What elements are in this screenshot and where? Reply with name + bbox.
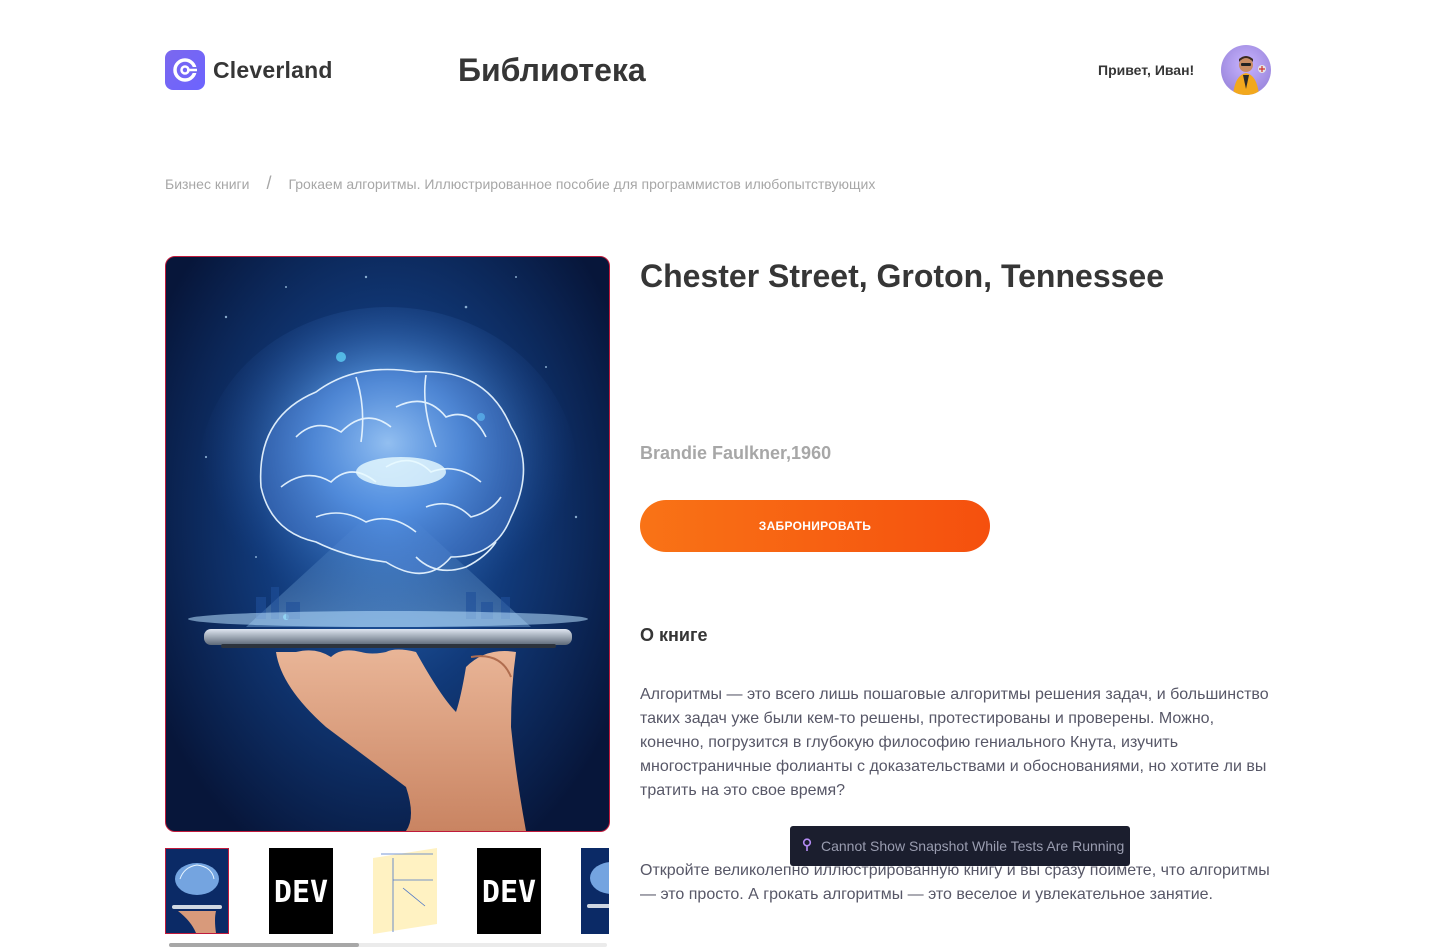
thumbnail-5[interactable] — [581, 848, 609, 934]
breadcrumb: Бизнес книги / Грокаем алгоритмы. Иллюст… — [165, 173, 875, 194]
pin-icon — [802, 837, 812, 855]
page-title: Библиотека — [458, 52, 646, 88]
logo-icon — [165, 50, 205, 90]
svg-text:DEV: DEV — [274, 875, 328, 910]
thumbnail-2[interactable]: DEV — [269, 848, 333, 934]
tooltip-text: Cannot Show Snapshot While Tests Are Run… — [821, 838, 1125, 854]
thumbnail-scrollbar[interactable] — [169, 943, 607, 947]
user-greeting[interactable]: Привет, Иван! — [1098, 62, 1194, 78]
thumbnail-4[interactable]: DEV — [477, 848, 541, 934]
snapshot-tooltip: Cannot Show Snapshot While Tests Are Run… — [790, 826, 1130, 866]
thumbnail-3[interactable] — [373, 848, 437, 934]
avatar[interactable] — [1221, 45, 1271, 95]
book-title: Chester Street, Groton, Tennessee — [640, 258, 1164, 294]
svg-text:DEV: DEV — [482, 875, 536, 910]
breadcrumb-category[interactable]: Бизнес книги — [165, 176, 249, 192]
logo[interactable]: Cleverland — [165, 50, 333, 90]
description-paragraph-1: Алгоритмы — это всего лишь пошаговые алг… — [640, 686, 1269, 799]
brand-name: Cleverland — [213, 56, 333, 83]
book-reserve-button[interactable]: ЗАБРОНИРОВАТЬ — [640, 500, 990, 552]
description-paragraph-2: Откройте великолепно иллюстрированную кн… — [640, 862, 1270, 903]
book-author: Brandie Faulkner,1960 — [640, 443, 832, 463]
book-cover-image — [165, 256, 610, 832]
breadcrumb-separator: / — [266, 173, 272, 193]
scrollbar-thumb[interactable] — [169, 943, 359, 947]
about-heading: О книге — [640, 625, 708, 645]
breadcrumb-current: Грокаем алгоритмы. Иллюстрированное посо… — [288, 175, 876, 192]
thumbnail-1[interactable] — [165, 848, 229, 934]
thumbnail-strip[interactable]: DEV DEV — [165, 848, 609, 934]
